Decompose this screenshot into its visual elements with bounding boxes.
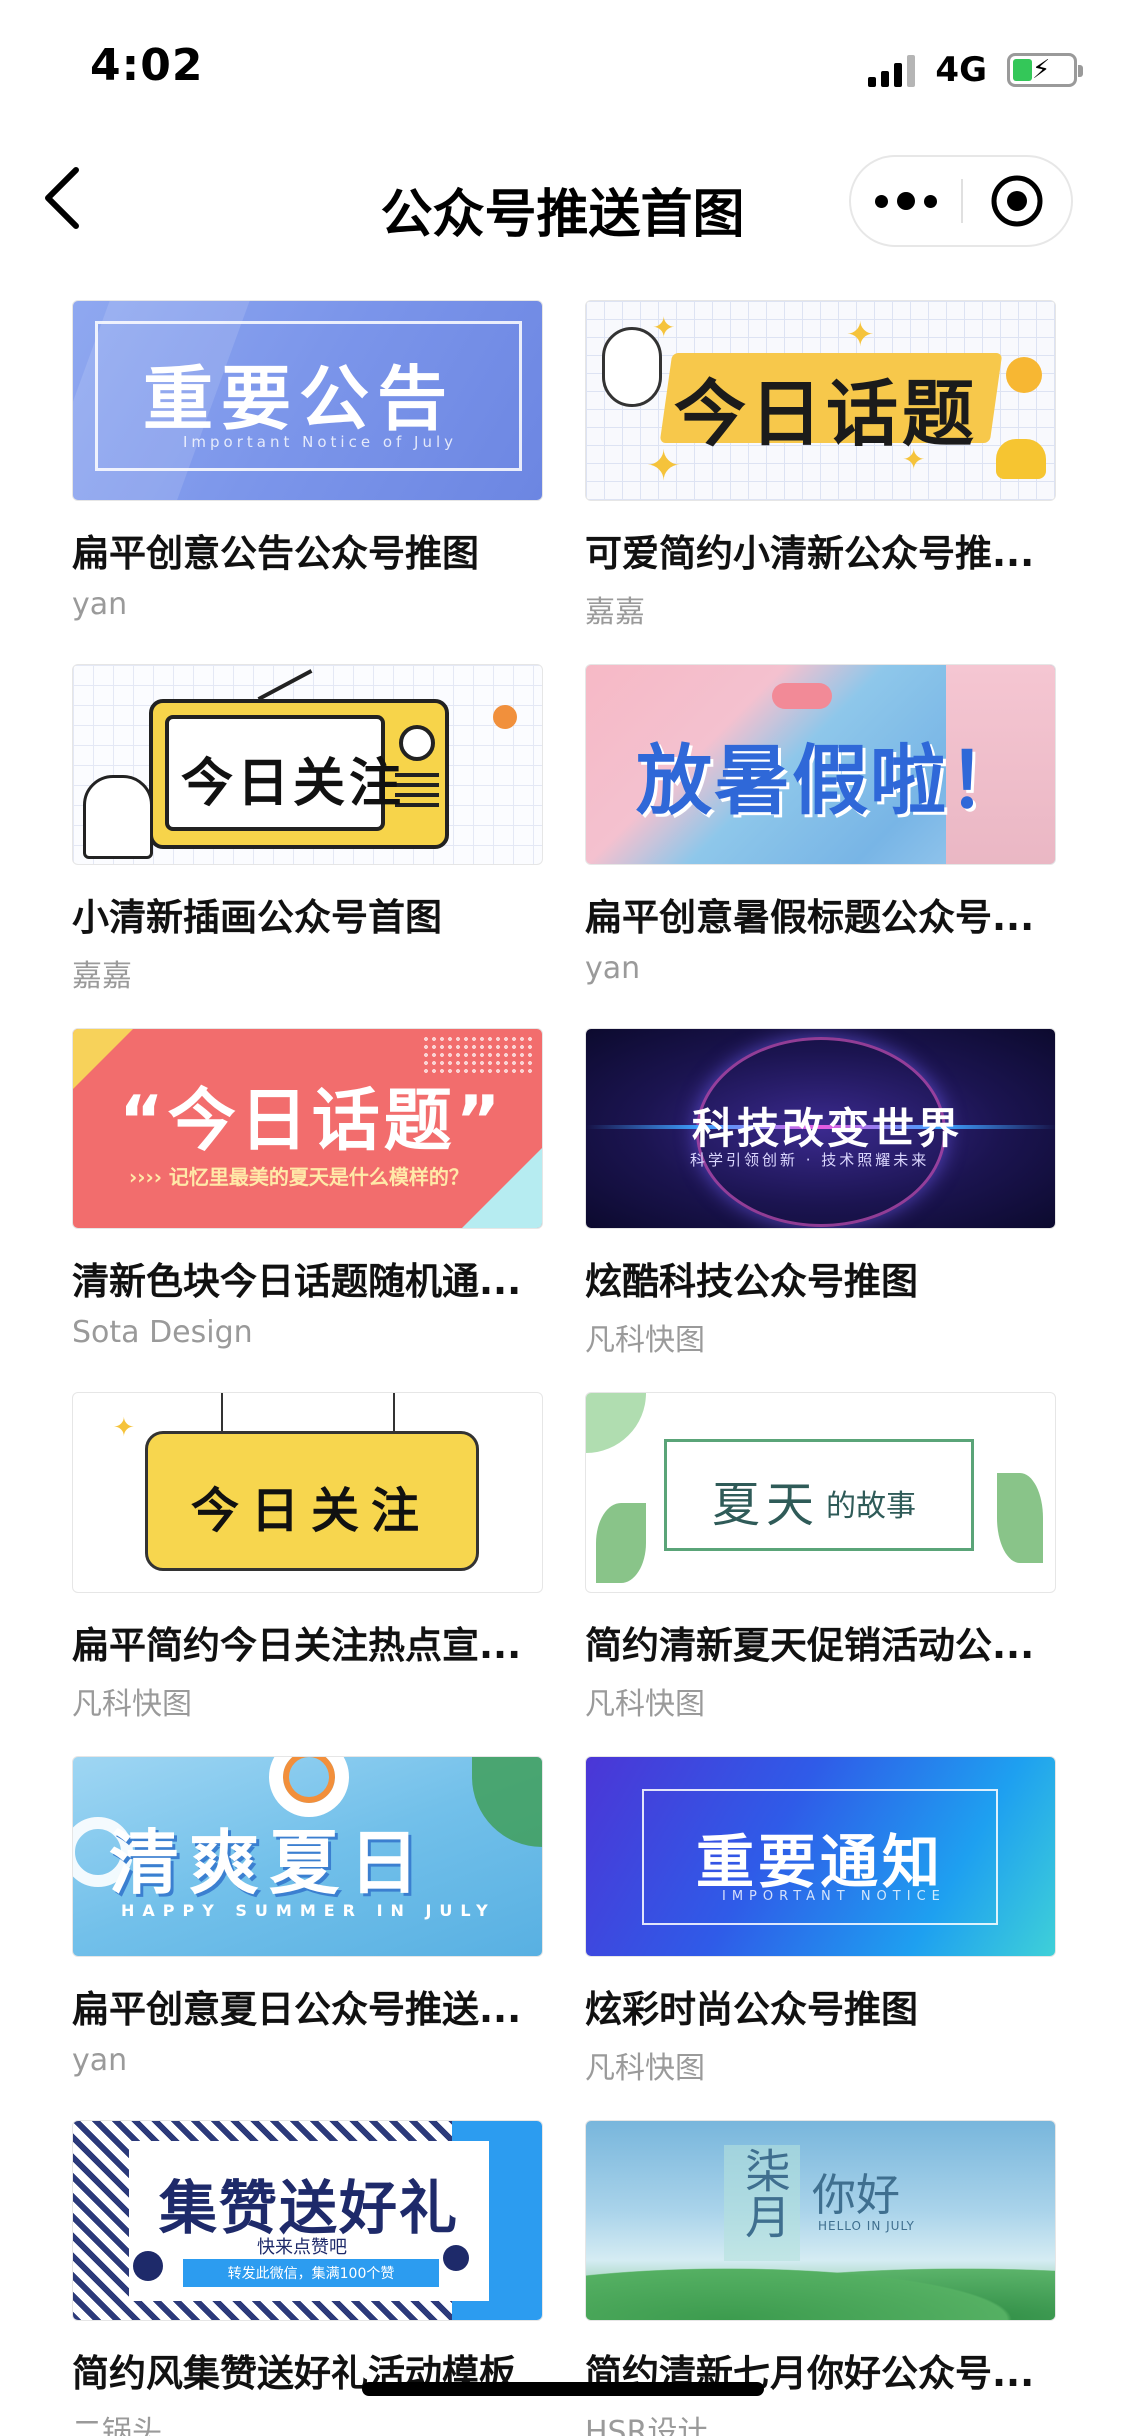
template-title: 扁平创意夏日公众号推送... <box>72 1988 522 2031</box>
thumbnail-headline: 今日关注 <box>181 754 406 814</box>
template-thumbnail: 今日话题 ✦ ✦ ✦ ✦ <box>585 300 1056 501</box>
template-title: 炫彩时尚公众号推图 <box>585 1988 918 2031</box>
more-button[interactable] <box>851 155 961 247</box>
network-label: 4G <box>935 50 987 90</box>
template-card[interactable]: 今日关注 小清新插画公众号首图 嘉嘉 <box>72 664 543 1028</box>
template-thumbnail: 清爽夏日 HAPPY SUMMER IN JULY <box>72 1756 543 1957</box>
status-icons: 4G ⚡ <box>868 50 1083 90</box>
thumbnail-headline: 今日关注 <box>191 1483 432 1539</box>
thumbnail-headline: 今日话题 <box>674 372 979 456</box>
nav-bar: 公众号推送首图 <box>0 132 1125 262</box>
template-card[interactable]: 重要公告 Important Notice of July 扁平创意公告公众号推… <box>72 300 543 664</box>
template-title: 简约清新夏天促销活动公... <box>585 1624 1035 1667</box>
battery-icon: ⚡ <box>1007 53 1083 87</box>
template-author: 凡科快图 <box>72 1687 192 1722</box>
template-author: 凡科快图 <box>585 1323 705 1358</box>
template-card[interactable]: 清爽夏日 HAPPY SUMMER IN JULY 扁平创意夏日公众号推送...… <box>72 1756 543 2120</box>
template-author: yan <box>72 587 128 622</box>
thumbnail-headline: 夏天 <box>712 1477 821 1533</box>
thumbnail-headline: 柒月 <box>738 2147 792 2239</box>
thumbnail-subtitle: 快来点赞吧 <box>257 2237 347 2258</box>
status-bar: 4:02 4G ⚡ <box>0 0 1125 132</box>
template-thumbnail: 今日关注 ✦ <box>72 1392 543 1593</box>
thumbnail-subtitle: IMPORTANT NOTICE <box>722 1889 946 1904</box>
template-thumbnail: “今日话题” ›››› 记忆里最美的夏天是什么模样的？ <box>72 1028 543 1229</box>
thumbnail-headline: 重要公告 <box>143 358 455 440</box>
template-title: 扁平创意暑假标题公众号... <box>585 896 1035 939</box>
thumbnail-subtitle: HAPPY SUMMER IN JULY <box>121 1901 496 1920</box>
template-grid: 重要公告 Important Notice of July 扁平创意公告公众号推… <box>72 300 1056 2436</box>
template-title: 清新色块今日话题随机通... <box>72 1260 522 1303</box>
template-title: 扁平创意公告公众号推图 <box>72 532 479 575</box>
template-thumbnail: 重要通知 IMPORTANT NOTICE <box>585 1756 1056 1957</box>
template-thumbnail: 科技改变世界 科学引领创新 · 技术照耀未来 <box>585 1028 1056 1229</box>
thumbnail-subtitle: Important Notice of July <box>183 433 458 451</box>
template-card[interactable]: 科技改变世界 科学引领创新 · 技术照耀未来 炫酷科技公众号推图 凡科快图 <box>585 1028 1056 1392</box>
template-author: yan <box>72 2043 128 2078</box>
thumbnail-caption: 转发此微信，集满100个赞 <box>183 2259 439 2287</box>
thumbnail-headline: 重要通知 <box>696 1828 945 1896</box>
template-thumbnail: 集赞送好礼 快来点赞吧 转发此微信，集满100个赞 <box>72 2120 543 2321</box>
template-thumbnail: 重要公告 Important Notice of July <box>72 300 543 501</box>
template-author: 凡科快图 <box>585 1687 705 1722</box>
template-author: yan <box>585 951 641 986</box>
thumbnail-subtitle: 你好 <box>812 2170 900 2221</box>
template-thumbnail: 柒月 你好 HELLO IN JULY <box>585 2120 1056 2321</box>
template-card[interactable]: 今日关注 ✦ 扁平简约今日关注热点宣... 凡科快图 <box>72 1392 543 1756</box>
target-close-icon <box>991 175 1043 227</box>
thumbnail-subtitle: 的故事 <box>826 1489 916 1524</box>
template-title: 炫酷科技公众号推图 <box>585 1260 918 1303</box>
thumbnail-headline: “今日话题” <box>119 1082 505 1161</box>
thumbnail-caption: HELLO IN JULY <box>818 2219 915 2233</box>
close-button[interactable] <box>963 155 1071 247</box>
template-author: 凡科快图 <box>585 2051 705 2086</box>
template-card[interactable]: 重要通知 IMPORTANT NOTICE 炫彩时尚公众号推图 凡科快图 <box>585 1756 1056 2120</box>
template-author: 嘉嘉 <box>585 595 645 630</box>
signal-icon <box>868 53 916 87</box>
template-thumbnail: 今日关注 <box>72 664 543 865</box>
status-time: 4:02 <box>90 40 204 91</box>
template-card[interactable]: “今日话题” ›››› 记忆里最美的夏天是什么模样的？ 清新色块今日话题随机通.… <box>72 1028 543 1392</box>
template-thumbnail: 放暑假啦！ <box>585 664 1056 865</box>
template-title: 小清新插画公众号首图 <box>72 896 442 939</box>
template-author: HSR设计 <box>585 2415 708 2436</box>
template-title: 可爱简约小清新公众号推... <box>585 532 1035 575</box>
thumbnail-headline: 清爽夏日 <box>109 1822 429 1904</box>
template-author: 嘉嘉 <box>72 959 132 994</box>
thumbnail-headline: 放暑假啦！ <box>636 736 1026 825</box>
template-author: Sota Design <box>72 1315 253 1350</box>
mini-program-capsule <box>849 155 1073 247</box>
template-card[interactable]: 今日话题 ✦ ✦ ✦ ✦ 可爱简约小清新公众号推... 嘉嘉 <box>585 300 1056 664</box>
template-title: 扁平简约今日关注热点宣... <box>72 1624 522 1667</box>
template-thumbnail: 夏天 的故事 <box>585 1392 1056 1593</box>
thumbnail-subtitle: 科学引领创新 · 技术照耀未来 <box>690 1151 930 1169</box>
template-author: 二锅头 <box>72 2415 162 2436</box>
template-card[interactable]: 夏天 的故事 简约清新夏天促销活动公... 凡科快图 <box>585 1392 1056 1756</box>
thumbnail-headline: 科技改变世界 <box>692 1104 963 1153</box>
thumbnail-subtitle: ›››› 记忆里最美的夏天是什么模样的？ <box>129 1165 469 1189</box>
template-card[interactable]: 放暑假啦！ 扁平创意暑假标题公众号... yan <box>585 664 1056 1028</box>
home-indicator[interactable] <box>362 2382 764 2396</box>
